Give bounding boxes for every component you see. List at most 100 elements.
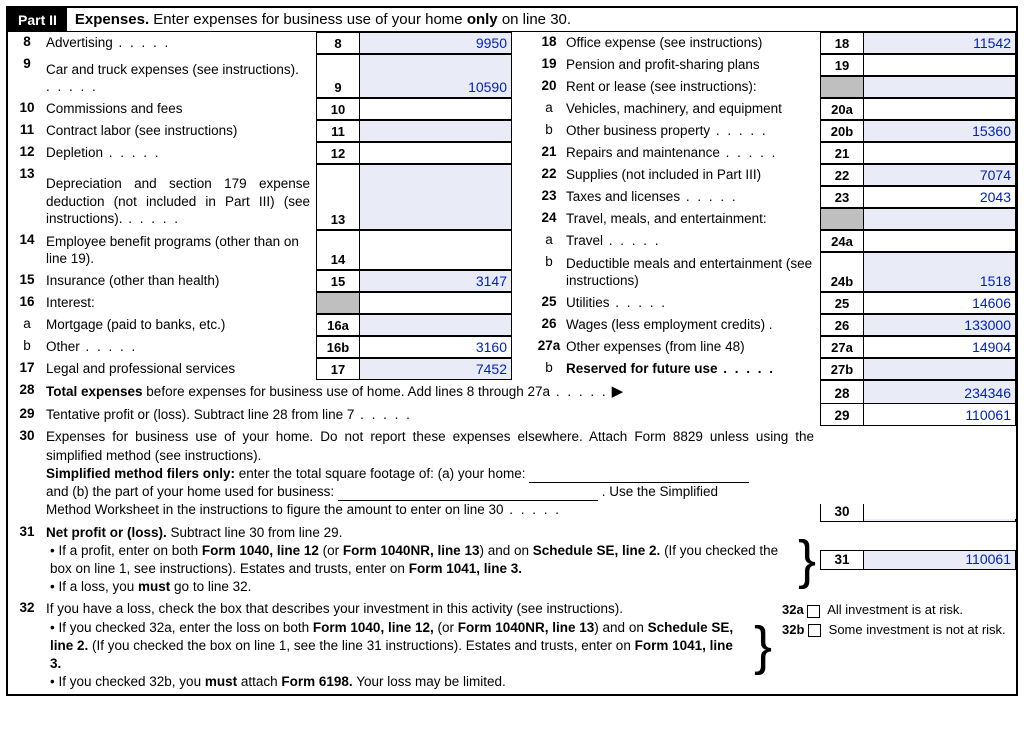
- amount-field[interactable]: [360, 120, 512, 142]
- amount-field[interactable]: [360, 98, 512, 120]
- line-subletter: a: [8, 314, 46, 336]
- amount-field[interactable]: 110061: [864, 404, 1016, 426]
- part-title-text: Enter expenses for business use of your …: [149, 11, 467, 28]
- row-27a: 27a Other expenses (from line 48) 27a 14…: [512, 336, 1016, 358]
- desc-bold: Total expenses: [46, 384, 143, 399]
- row-28: 28 Total expenses before expenses for bu…: [8, 380, 1016, 404]
- row-24: 24 Travel, meals, and entertainment:: [512, 208, 1016, 230]
- amount-field[interactable]: 110061: [864, 550, 1016, 570]
- checkbox-32a-row: 32a All investment is at risk.: [782, 602, 1010, 617]
- blank-input-a[interactable]: [529, 469, 749, 483]
- amount-field[interactable]: 2043: [864, 186, 1016, 208]
- line-subletter: a: [532, 230, 566, 252]
- amount-field[interactable]: 1518: [864, 252, 1016, 292]
- checkbox-label-num: 32b: [782, 622, 804, 637]
- amount-field[interactable]: 7452: [360, 358, 512, 380]
- checkbox-32b[interactable]: [808, 624, 821, 637]
- part-title: Expenses. Enter expenses for business us…: [67, 11, 571, 28]
- amount-field[interactable]: 7074: [864, 164, 1016, 186]
- bullet-1: If a profit, enter on both Form 1040, li…: [46, 542, 790, 578]
- row-13: 13 Depreciation and section 179 expense …: [8, 164, 512, 230]
- line-desc: Travel: [566, 230, 820, 252]
- line-number: 30: [8, 426, 46, 443]
- line-desc: Legal and professional services: [46, 358, 316, 380]
- box-number: 11: [316, 120, 360, 142]
- desc-text: before expenses for business use of home…: [143, 384, 608, 399]
- amount-field: [864, 76, 1016, 98]
- line-desc: Supplies (not included in Part III): [566, 164, 820, 186]
- line-number: 9: [8, 54, 46, 98]
- row-11: 11 Contract labor (see instructions) 11: [8, 120, 512, 142]
- line-desc: Wages (less employment credits) .: [566, 314, 820, 336]
- line-desc: Contract labor (see instructions): [46, 120, 316, 142]
- amount-field[interactable]: [360, 314, 512, 336]
- amount-field[interactable]: 3160: [360, 336, 512, 358]
- amount-field[interactable]: [360, 230, 512, 270]
- row-14: 14 Employee benefit programs (other than…: [8, 230, 512, 270]
- checkbox-label: Some investment is not at risk.: [829, 622, 1006, 637]
- amount-field[interactable]: [864, 54, 1016, 76]
- row-31: 31 Net profit or (loss). Subtract line 3…: [8, 522, 1016, 599]
- desc-text: Office expense (see instructions): [566, 34, 814, 52]
- box-number: 15: [316, 270, 360, 292]
- box-number: 17: [316, 358, 360, 380]
- amount-field[interactable]: [864, 230, 1016, 252]
- desc-text: Utilities: [566, 294, 814, 312]
- amount-field[interactable]: 15360: [864, 120, 1016, 142]
- amount-field[interactable]: [864, 98, 1016, 120]
- amount-field[interactable]: 14606: [864, 292, 1016, 314]
- amount-field[interactable]: 133000: [864, 314, 1016, 336]
- part-badge: Part II: [8, 8, 67, 31]
- checkbox-32a[interactable]: [807, 605, 820, 618]
- desc-text: Depreciation and section 179 expense ded…: [46, 175, 310, 228]
- box-number: 25: [820, 292, 864, 314]
- box-number: 22: [820, 164, 864, 186]
- box-number: 31: [820, 550, 864, 570]
- box-disabled: [820, 76, 864, 98]
- line-desc: Commissions and fees: [46, 98, 316, 120]
- box-number: 24b: [820, 252, 864, 292]
- line-number: 23: [532, 186, 566, 208]
- line-number: 21: [532, 142, 566, 164]
- amount-field[interactable]: [360, 164, 512, 230]
- line-desc: Expenses for business use of your home. …: [46, 426, 820, 521]
- amount-field[interactable]: 3147: [360, 270, 512, 292]
- desc-text: Commissions and fees: [46, 100, 310, 118]
- bullet-2: If a loss, you must go to line 32.: [46, 578, 790, 596]
- line-number: 12: [8, 142, 46, 164]
- line-number: 26: [532, 314, 566, 336]
- row-10: 10 Commissions and fees 10: [8, 98, 512, 120]
- desc-text: Insurance (other than health): [46, 272, 310, 290]
- row-16a: a Mortgage (paid to banks, etc.) 16a: [8, 314, 512, 336]
- blank-input-b[interactable]: [338, 487, 598, 501]
- desc-text: enter the total square footage of: (a) y…: [235, 466, 525, 481]
- amount-field: [360, 292, 512, 314]
- amount-field[interactable]: 9950: [360, 32, 512, 54]
- desc-p1: Expenses for business use of your home. …: [46, 428, 814, 464]
- desc-text: Deductible meals and entertainment (see …: [566, 255, 814, 290]
- row-9: 9 Car and truck expenses (see instructio…: [8, 54, 512, 98]
- desc-text: Pension and profit-sharing plans: [566, 56, 814, 74]
- row-30: 30 Expenses for business use of your hom…: [8, 426, 1016, 521]
- part-title-tail: on line 30.: [498, 11, 571, 28]
- line-desc: Reserved for future use: [566, 358, 820, 380]
- box-number: 21: [820, 142, 864, 164]
- amount-field[interactable]: 11542: [864, 32, 1016, 54]
- desc-text: Vehicles, machinery, and equipment: [566, 100, 814, 118]
- box-number: 14: [316, 230, 360, 270]
- line-number: 19: [532, 54, 566, 76]
- desc-text: Wages (less employment credits) .: [566, 316, 814, 334]
- line-desc: Vehicles, machinery, and equipment: [566, 98, 820, 120]
- amount-field[interactable]: [864, 142, 1016, 164]
- line-desc: Depreciation and section 179 expense ded…: [46, 164, 316, 230]
- desc-text: Rent or lease (see instructions):: [566, 78, 814, 96]
- amount-field[interactable]: 10590: [360, 54, 512, 98]
- amount-field[interactable]: [864, 358, 1016, 380]
- desc-text: Contract labor (see instructions): [46, 122, 310, 140]
- amount-field[interactable]: [360, 142, 512, 164]
- amount-field[interactable]: 14904: [864, 336, 1016, 358]
- row-20a: a Vehicles, machinery, and equipment 20a: [512, 98, 1016, 120]
- line-desc: Insurance (other than health): [46, 270, 316, 292]
- line-number: 13: [8, 164, 46, 230]
- amount-field[interactable]: 234346: [864, 380, 1016, 404]
